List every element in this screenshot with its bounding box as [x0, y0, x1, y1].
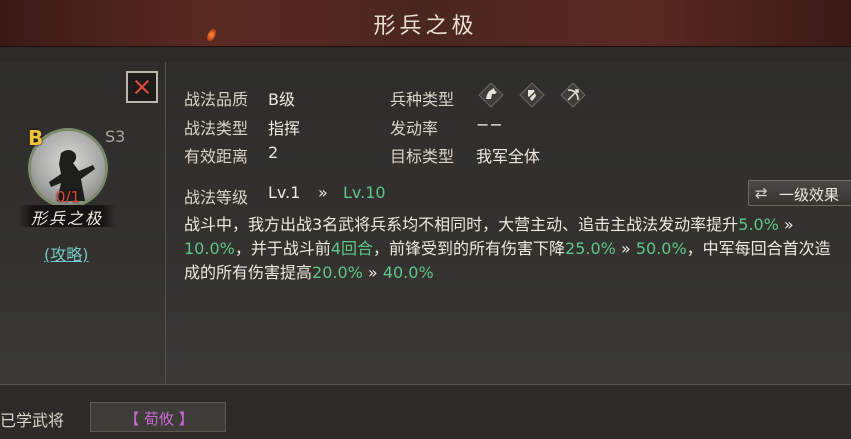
- general-chip[interactable]: 【 荀攸 】: [90, 402, 226, 432]
- description-text: 战斗中，我方出战3名武将兵系均不相同时，大营主动、追击主战法发动率提升: [184, 215, 739, 234]
- level-max: Lv.10: [343, 183, 386, 202]
- quality-value: B级: [268, 90, 295, 109]
- grade-badge: B: [28, 126, 44, 150]
- trigger-rate-label: 发动率: [390, 119, 439, 138]
- description-highlight: 40.0%: [382, 263, 434, 282]
- description-highlight: 50.0%: [635, 239, 687, 258]
- troop-type-label: 兵种类型: [390, 90, 455, 109]
- season-badge: S3: [105, 127, 126, 146]
- panel-divider: [165, 62, 166, 384]
- trigger-rate-value: −−: [476, 115, 503, 134]
- learn-progress: 0/1: [56, 188, 81, 206]
- general-name: 【 荀攸 】: [124, 410, 194, 428]
- description-text: »: [362, 263, 383, 282]
- close-button[interactable]: [126, 71, 158, 103]
- shield-icon: [519, 82, 545, 108]
- level-current: Lv.1: [268, 183, 301, 202]
- target-type-label: 目标类型: [390, 147, 455, 166]
- description-highlight: 25.0%: [565, 239, 616, 258]
- description-text: ，并于战斗前: [234, 239, 331, 258]
- description-highlight: 5.0%: [738, 215, 779, 234]
- description-text: »: [778, 215, 794, 234]
- level-arrow-icon: »: [318, 183, 328, 202]
- description-text: »: [615, 239, 636, 258]
- type-label: 战法类型: [184, 119, 249, 138]
- range-label: 有效距离: [184, 147, 249, 166]
- guide-link[interactable]: (攻略): [44, 241, 89, 265]
- quality-label: 战法品质: [184, 90, 249, 109]
- description-highlight: 10.0%: [184, 239, 235, 258]
- description-highlight: 20.0%: [312, 263, 363, 282]
- skill-description: 战斗中，我方出战3名武将兵系均不相同时，大营主动、追击主战法发动率提升5.0% …: [184, 213, 844, 285]
- archer-icon: [560, 82, 586, 108]
- cavalry-icon: [478, 82, 504, 108]
- description-highlight: 4回合: [330, 239, 374, 258]
- range-value: 2: [268, 143, 279, 162]
- learned-generals-label: 已学武将: [0, 411, 65, 430]
- skill-name: 形兵之极: [30, 209, 103, 228]
- page-title: 形兵之极: [373, 14, 478, 39]
- swap-icon: ⇄: [755, 184, 768, 202]
- description-text: ，前锋受到的所有伤害下降: [373, 239, 566, 258]
- effect-level-label: 一级效果: [779, 186, 840, 204]
- target-type-value: 我军全体: [476, 147, 541, 166]
- effect-level-button[interactable]: ⇄ 一级效果: [748, 180, 851, 206]
- type-value: 指挥: [268, 119, 301, 138]
- level-label: 战法等级: [184, 188, 249, 207]
